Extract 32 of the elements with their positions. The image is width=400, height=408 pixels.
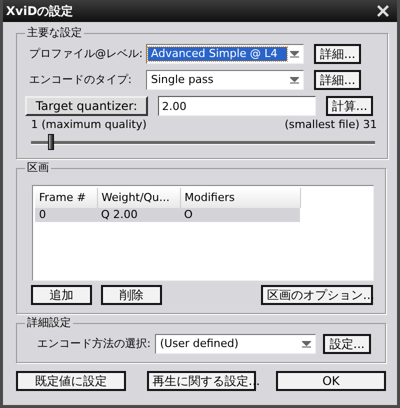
slider-min-label: 1 (maximum quality) (31, 118, 147, 132)
window-title: XviDの設定 (6, 3, 74, 19)
close-icon[interactable] (377, 5, 389, 17)
dropdown-arrow-icon (290, 50, 299, 58)
slider-max-label: (smallest file) 31 (284, 118, 377, 132)
dropdown[interactable]: Advanced Simple @ L4 (146, 44, 304, 64)
field-label: プロファイル@レベル: (28, 47, 144, 61)
slider-thumb[interactable] (48, 134, 54, 150)
quantizer-field[interactable]: 2.00 (158, 96, 316, 116)
zone-row[interactable]: 0 Q 2.00 O (35, 208, 300, 222)
group-title: 詳細設定 (26, 316, 72, 330)
zone-options-button[interactable]: 区画のオプション... (261, 285, 373, 305)
details-button[interactable]: 詳細... (314, 44, 361, 64)
details-button[interactable]: 詳細... (314, 70, 361, 90)
settings-button[interactable]: 設定... (323, 334, 371, 354)
calculate-button[interactable]: 計算... (326, 96, 373, 116)
dropdown-arrow-icon (302, 340, 311, 348)
column-header[interactable]: Weight/Qu... (97, 188, 180, 208)
column-header[interactable]: Frame # (35, 188, 97, 208)
group-title: 主要な設定 (26, 26, 83, 40)
field-label: エンコードのタイプ: (28, 73, 133, 87)
ok-button[interactable]: OK (276, 371, 386, 391)
dropdown[interactable]: (User defined) (155, 334, 316, 354)
delete-button[interactable]: 削除 (101, 285, 162, 305)
target-quantizer-button[interactable]: Target quantizer: (25, 96, 148, 116)
dropdown[interactable]: Single pass (146, 70, 304, 90)
reset-defaults-button[interactable]: 既定値に設定 (16, 371, 126, 391)
column-header[interactable]: Modifiers (180, 188, 300, 208)
dropdown-arrow-icon (290, 76, 299, 84)
group-title: 区画 (26, 161, 50, 175)
field-label: エンコード方法の選択: (36, 337, 152, 351)
add-button[interactable]: 追加 (31, 285, 92, 305)
